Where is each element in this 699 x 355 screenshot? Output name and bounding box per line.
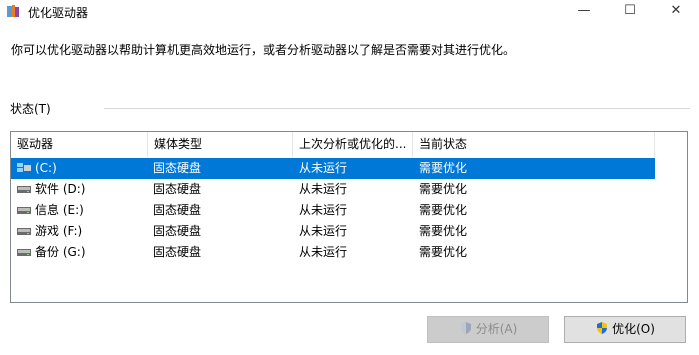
drive-icon bbox=[17, 207, 31, 214]
drive-name: 备份 (G:) bbox=[35, 245, 86, 259]
table-row[interactable]: 信息 (E:) 固态硬盘 从未运行 需要优化 bbox=[11, 200, 655, 221]
minimize-button[interactable]: — bbox=[561, 0, 607, 24]
analyze-button[interactable]: 分析(A) bbox=[427, 316, 549, 343]
cell-last-run: 从未运行 bbox=[299, 161, 348, 175]
cell-status: 需要优化 bbox=[419, 182, 468, 196]
column-header-row: 驱动器 媒体类型 上次分析或优化的... 当前状态 bbox=[11, 132, 655, 157]
uac-shield-icon bbox=[460, 322, 471, 334]
cell-drive: 信息 (E:) bbox=[17, 200, 84, 221]
cell-drive: (C:) bbox=[17, 158, 57, 179]
cell-drive: 软件 (D:) bbox=[17, 179, 85, 200]
table-row[interactable]: 备份 (G:) 固态硬盘 从未运行 需要优化 bbox=[11, 242, 655, 263]
cell-media-type: 固态硬盘 bbox=[153, 203, 202, 217]
cell-media-type: 固态硬盘 bbox=[153, 245, 202, 259]
column-header-current-status[interactable]: 当前状态 bbox=[413, 132, 655, 157]
cell-status: 需要优化 bbox=[419, 203, 468, 217]
window-title: 优化驱动器 bbox=[28, 6, 89, 20]
drive-list[interactable]: 驱动器 媒体类型 上次分析或优化的... 当前状态 (C:) 固态硬盘 从未运行 需要… bbox=[10, 131, 688, 303]
column-header-last-run[interactable]: 上次分析或优化的... bbox=[293, 132, 413, 157]
cell-drive: 游戏 (F:) bbox=[17, 221, 82, 242]
drive-name: 游戏 (F:) bbox=[35, 224, 83, 238]
close-button[interactable]: ✕ bbox=[653, 0, 699, 24]
system-drive-icon bbox=[17, 163, 31, 172]
cell-last-run: 从未运行 bbox=[299, 245, 348, 259]
table-row[interactable]: 软件 (D:) 固态硬盘 从未运行 需要优化 bbox=[11, 179, 655, 200]
cell-status: 需要优化 bbox=[419, 224, 468, 238]
column-header-media-type[interactable]: 媒体类型 bbox=[148, 132, 293, 157]
cell-last-run: 从未运行 bbox=[299, 182, 348, 196]
optimize-button[interactable]: 优化(O) bbox=[564, 316, 686, 343]
cell-status: 需要优化 bbox=[419, 245, 468, 259]
drive-icon bbox=[17, 249, 31, 256]
maximize-button[interactable]: ☐ bbox=[607, 0, 653, 24]
optimize-button-label: 优化(O) bbox=[612, 322, 655, 336]
column-header-drive[interactable]: 驱动器 bbox=[11, 132, 148, 157]
table-row[interactable]: (C:) 固态硬盘 从未运行 需要优化 bbox=[11, 158, 655, 179]
cell-last-run: 从未运行 bbox=[299, 203, 348, 217]
status-label: 状态(T) bbox=[10, 102, 51, 116]
cell-media-type: 固态硬盘 bbox=[153, 161, 202, 175]
drive-name: (C:) bbox=[35, 161, 57, 175]
cell-media-type: 固态硬盘 bbox=[153, 182, 202, 196]
uac-shield-icon bbox=[597, 322, 608, 334]
analyze-button-label: 分析(A) bbox=[475, 322, 518, 336]
status-divider bbox=[104, 108, 690, 109]
cell-status: 需要优化 bbox=[419, 161, 468, 175]
drive-icon bbox=[17, 186, 31, 193]
defrag-app-icon bbox=[7, 5, 19, 17]
cell-media-type: 固态硬盘 bbox=[153, 224, 202, 238]
table-row[interactable]: 游戏 (F:) 固态硬盘 从未运行 需要优化 bbox=[11, 221, 655, 242]
cell-last-run: 从未运行 bbox=[299, 224, 348, 238]
description-text: 你可以优化驱动器以帮助计算机更高效地运行，或者分析驱动器以了解是否需要对其进行优… bbox=[11, 43, 516, 57]
drive-icon bbox=[17, 228, 31, 235]
title-bar: 优化驱动器 — ☐ ✕ bbox=[0, 0, 699, 24]
cell-drive: 备份 (G:) bbox=[17, 242, 86, 263]
drive-name: 软件 (D:) bbox=[35, 182, 86, 196]
drive-name: 信息 (E:) bbox=[35, 203, 84, 217]
